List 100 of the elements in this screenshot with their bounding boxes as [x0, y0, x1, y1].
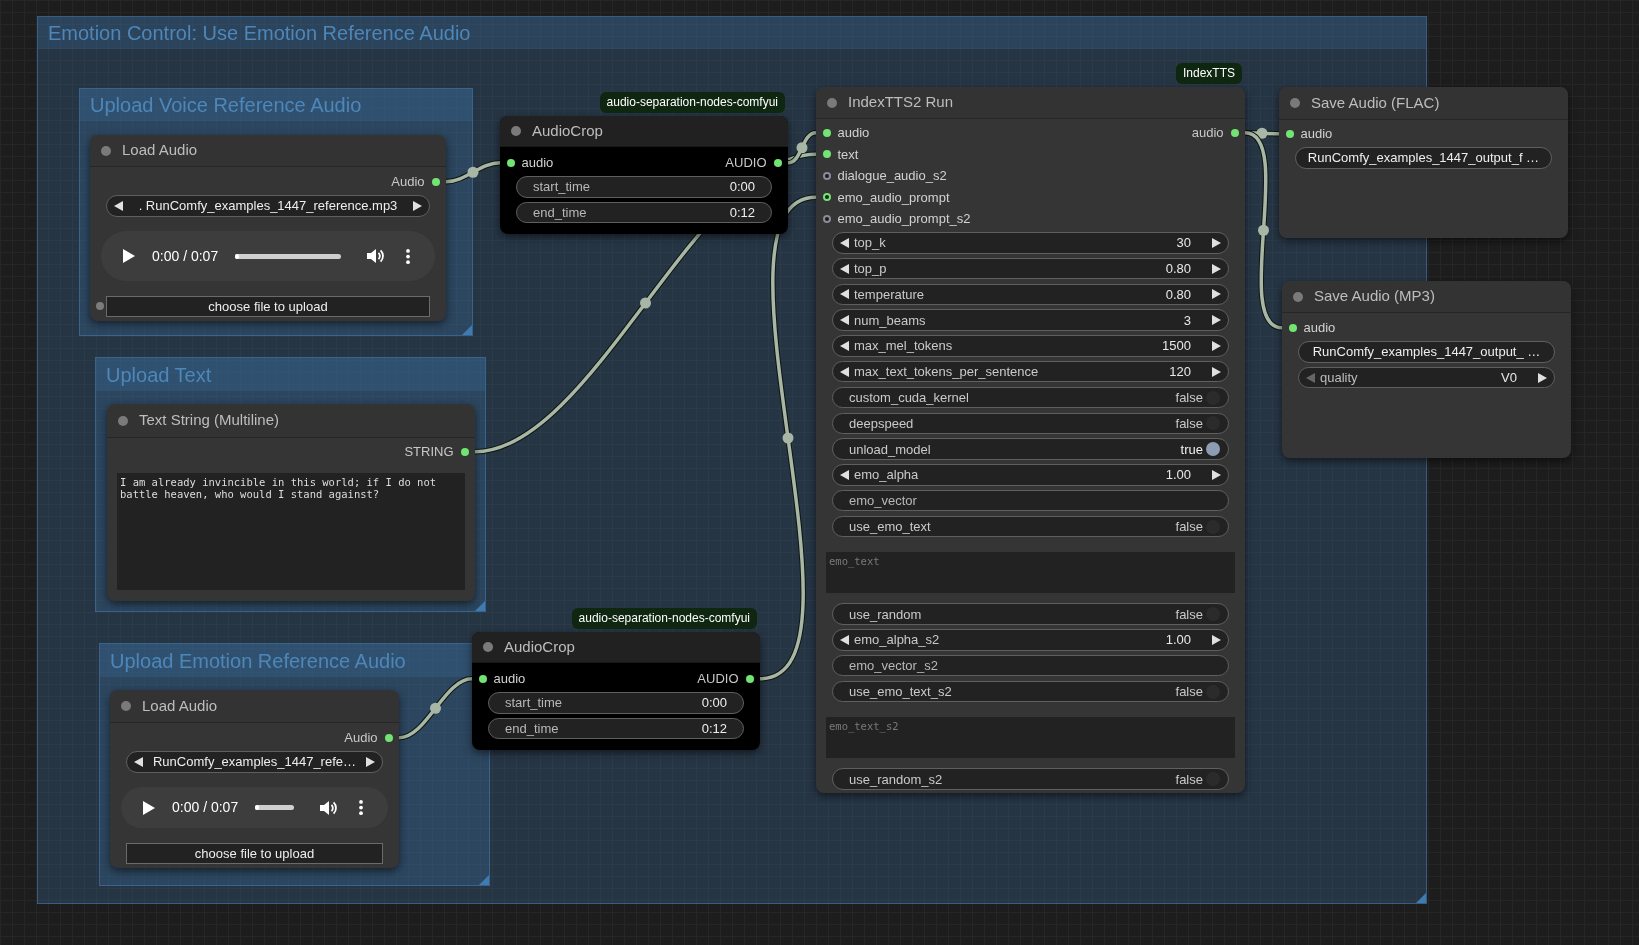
toggle-switch[interactable]: use_random_s2 false: [832, 768, 1229, 790]
input-label: emo_audio_prompt: [837, 190, 950, 204]
input-socket-icon[interactable]: [822, 171, 831, 180]
play-icon[interactable]: [143, 800, 155, 815]
number-stepper[interactable]: emo_alpha 1.00: [832, 464, 1229, 486]
input-socket-icon[interactable]: [1285, 129, 1294, 138]
output-label: Audio: [344, 731, 378, 745]
group-title: Emotion Control: Use Emotion Reference Audio: [48, 21, 471, 46]
text-input-field[interactable]: emo_vector_s2: [832, 654, 1229, 677]
left-triangle-icon[interactable]: [840, 469, 849, 480]
input-socket-icon[interactable]: [478, 674, 487, 683]
output-socket-icon[interactable]: [384, 733, 393, 742]
node-title: Load Audio: [142, 695, 218, 716]
input-socket-icon[interactable]: [1288, 323, 1297, 332]
right-triangle-icon[interactable]: [1212, 340, 1221, 351]
left-triangle-icon[interactable]: [134, 756, 143, 767]
right-triangle-icon[interactable]: [1212, 469, 1221, 480]
dropdown-select[interactable]: . RunComfy_examples_1447_reference.mp3: [106, 195, 430, 217]
play-icon[interactable]: [123, 249, 135, 263]
text-input-field[interactable]: end_time 0:12: [488, 717, 744, 740]
output-socket-icon[interactable]: [1230, 128, 1239, 137]
number-stepper[interactable]: max_text_tokens_per_sentence 120: [832, 361, 1229, 383]
toggle-indicator-icon[interactable]: [1206, 519, 1220, 534]
toggle-switch[interactable]: use_random false: [832, 603, 1229, 625]
upload-button[interactable]: choose file to upload: [126, 842, 383, 864]
left-triangle-icon[interactable]: [114, 200, 123, 211]
toggle-indicator-icon[interactable]: [1206, 772, 1220, 787]
toggle-indicator-icon[interactable]: [1206, 684, 1220, 699]
text-input-field[interactable]: end_time 0:12: [516, 201, 772, 224]
output-socket-icon[interactable]: [431, 177, 440, 186]
toggle-switch[interactable]: deepspeed false: [832, 412, 1229, 435]
input-label: text: [837, 147, 859, 161]
left-triangle-icon[interactable]: [840, 366, 849, 377]
left-triangle-icon[interactable]: [840, 340, 849, 351]
input-socket-icon[interactable]: [96, 302, 104, 311]
progress-track[interactable]: [255, 805, 294, 810]
right-triangle-icon[interactable]: [1212, 315, 1221, 326]
right-triangle-icon[interactable]: [1212, 634, 1221, 645]
toggle-indicator-icon[interactable]: [1206, 442, 1220, 457]
number-stepper[interactable]: emo_alpha_s2 1.00: [832, 629, 1229, 651]
input-socket-icon[interactable]: [822, 150, 831, 159]
input-label: audio: [837, 126, 870, 140]
toggle-switch[interactable]: use_emo_text false: [832, 515, 1229, 538]
text-input-field[interactable]: start_time 0:00: [516, 176, 772, 198]
node-title: Load Audio: [122, 140, 198, 161]
toggle-switch[interactable]: custom_cuda_kernel false: [832, 386, 1229, 409]
text-input-field[interactable]: RunComfy_examples_1447_output_ …: [1298, 341, 1555, 363]
left-triangle-icon[interactable]: [840, 263, 849, 274]
input-socket-icon[interactable]: [822, 128, 831, 137]
group-title: Upload Emotion Reference Audio: [110, 648, 406, 674]
left-triangle-icon[interactable]: [840, 289, 849, 300]
dropdown-select[interactable]: quality V0: [1298, 366, 1555, 389]
toggle-indicator-icon[interactable]: [1206, 416, 1220, 431]
node-source-tag: audio-separation-nodes-comfyui: [571, 608, 757, 629]
output-socket-icon[interactable]: [460, 447, 469, 456]
right-triangle-icon[interactable]: [366, 756, 375, 767]
output-socket-icon[interactable]: [745, 674, 754, 683]
upload-button[interactable]: choose file to upload: [106, 295, 430, 317]
number-stepper[interactable]: temperature 0.80: [832, 283, 1229, 306]
right-triangle-icon[interactable]: [1538, 372, 1547, 383]
left-triangle-icon[interactable]: [840, 634, 849, 645]
text-area-field[interactable]: I am already invincible in this world; if I do not battle heaven, who would I stand against?: [117, 473, 465, 590]
group-title: Upload Text: [106, 362, 212, 388]
number-stepper[interactable]: num_beams 3: [832, 309, 1229, 331]
progress-track[interactable]: [235, 253, 341, 259]
left-triangle-icon[interactable]: [840, 315, 849, 326]
input-socket-icon[interactable]: [822, 214, 831, 223]
more-options-icon[interactable]: [359, 800, 363, 815]
toggle-indicator-icon[interactable]: [1206, 390, 1220, 405]
right-triangle-icon[interactable]: [1212, 263, 1221, 274]
toggle-switch[interactable]: unload_model true: [832, 438, 1229, 460]
output-socket-icon[interactable]: [773, 158, 782, 167]
node-title: Save Audio (FLAC): [1311, 92, 1440, 113]
volume-icon[interactable]: [320, 799, 337, 816]
resize-corner-icon[interactable]: [475, 601, 485, 611]
right-triangle-icon[interactable]: [1212, 237, 1221, 248]
input-label: audio: [1303, 321, 1336, 335]
right-triangle-icon[interactable]: [1212, 289, 1221, 300]
text-area-field[interactable]: emo_text: [826, 551, 1235, 593]
more-options-icon[interactable]: [406, 248, 410, 264]
input-socket-icon[interactable]: [822, 193, 831, 202]
right-triangle-icon[interactable]: [413, 200, 422, 211]
output-label: Audio: [391, 175, 425, 189]
text-area-field[interactable]: emo_text_s2: [826, 716, 1235, 758]
right-triangle-icon[interactable]: [1212, 366, 1221, 377]
volume-icon[interactable]: [367, 248, 384, 264]
input-socket-icon[interactable]: [506, 158, 515, 167]
number-stepper[interactable]: top_p 0.80: [832, 257, 1229, 280]
text-input-field[interactable]: RunComfy_examples_1447_output_f …: [1295, 147, 1552, 169]
number-stepper[interactable]: top_k 30: [832, 232, 1229, 254]
time-display: 0:00 / 0:07: [152, 246, 219, 266]
toggle-indicator-icon[interactable]: [1206, 607, 1220, 622]
number-stepper[interactable]: max_mel_tokens 1500: [832, 335, 1229, 357]
left-triangle-icon[interactable]: [840, 237, 849, 248]
input-label: audio: [493, 672, 526, 686]
dropdown-select[interactable]: RunComfy_examples_1447_refe…: [126, 751, 383, 773]
text-input-field[interactable]: start_time 0:00: [488, 692, 744, 714]
toggle-switch[interactable]: use_emo_text_s2 false: [832, 680, 1229, 703]
text-input-field[interactable]: emo_vector: [832, 489, 1229, 512]
resize-corner-icon[interactable]: [1416, 893, 1426, 903]
